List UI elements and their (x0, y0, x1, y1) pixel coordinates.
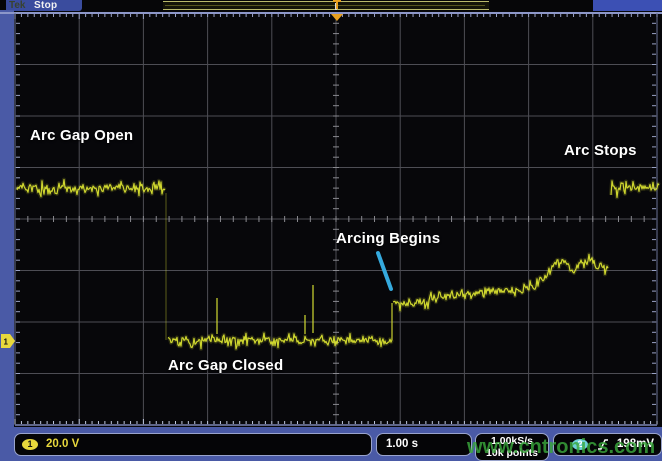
waveform-display: 1 (0, 0, 662, 461)
annotation-arcing-begins: Arcing Begins (336, 230, 440, 247)
annotation-arc-stops: Arc Stops (564, 142, 637, 159)
watermark: www.cntronics.com (467, 436, 655, 459)
annotation-arc-gap-closed: Arc Gap Closed (168, 357, 283, 374)
annotation-arc-gap-open: Arc Gap Open (30, 127, 133, 144)
oscilloscope-screen: Tek Stop 1 Arc Gap Open Arcing Begins Ar… (0, 0, 662, 461)
svg-text:1: 1 (4, 338, 9, 347)
